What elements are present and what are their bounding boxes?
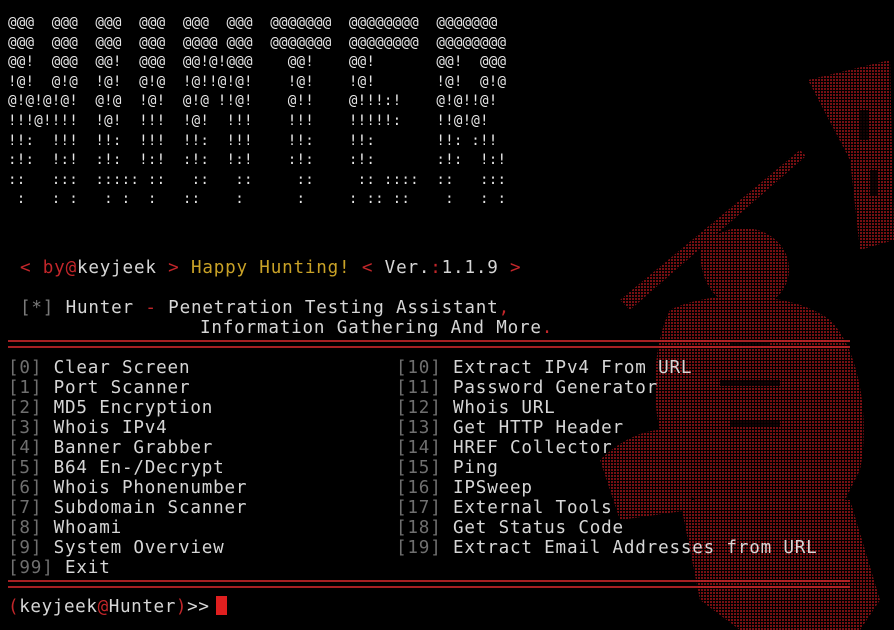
menu-item-6[interactable]: [6] Whois Phonenumber — [8, 478, 247, 498]
title-dash: - — [145, 298, 157, 318]
title-description-2: Information Gathering And More — [200, 318, 542, 338]
terminal-window[interactable]: @@@ @@@ @@@ @@@ @@@ @@@ @@@@@@@ @@@@@@@@… — [0, 0, 894, 630]
tagline-sep1: > — [168, 258, 180, 278]
menu-item-17[interactable]: [17] External Tools — [396, 498, 613, 518]
menu-item-12[interactable]: [12] Whois URL — [396, 398, 556, 418]
menu-item-19[interactable]: [19] Extract Email Addresses from URL — [396, 538, 818, 558]
version-colon: : — [430, 258, 442, 278]
menu-item-18[interactable]: [18] Get Status Code — [396, 518, 624, 538]
menu-item-16[interactable]: [16] IPSweep — [396, 478, 533, 498]
title-period: . — [541, 318, 554, 338]
command-prompt[interactable]: (keyjeek@Hunter)>> — [8, 596, 227, 617]
title-description: Penetration Testing Assistant — [168, 298, 499, 318]
title-hunter: Hunter — [65, 298, 134, 318]
menu-item-11[interactable]: [11] Password Generator — [396, 378, 658, 398]
tagline-at: @ — [65, 258, 77, 278]
prompt-user: keyjeek — [19, 597, 98, 617]
title-line-2: Information Gathering And More. — [200, 318, 553, 338]
prompt-host: Hunter — [108, 597, 176, 617]
menu-item-0[interactable]: [0] Clear Screen — [8, 358, 190, 378]
menu-item-2[interactable]: [2] MD5 Encryption — [8, 398, 213, 418]
menu-item-14[interactable]: [14] HREF Collector — [396, 438, 613, 458]
menu-item-8[interactable]: [8] Whoami — [8, 518, 122, 538]
tagline-happy: Happy Hunting! — [190, 258, 351, 278]
title-line-1: [*] Hunter - Penetration Testing Assista… — [20, 298, 510, 318]
version-value: 1.1.9 — [441, 258, 499, 278]
tagline-sep2: < — [361, 258, 374, 278]
menu-item-7[interactable]: [7] Subdomain Scanner — [8, 498, 247, 518]
menu-item-10[interactable]: [10] Extract IPv4 From URL — [396, 358, 692, 378]
tagline-author: keyjeek — [76, 258, 157, 278]
separator-top — [8, 340, 850, 348]
prompt-open-paren: ( — [8, 597, 20, 617]
tagline: < by@keyjeek > Happy Hunting! < Ver.:1.1… — [20, 258, 521, 278]
prompt-close-paren: ) — [175, 597, 188, 617]
text-cursor[interactable] — [215, 596, 227, 615]
title-marker: [*] — [20, 298, 55, 318]
prompt-arrows: >> — [187, 597, 210, 617]
hunter-ascii-banner: @@@ @@@ @@@ @@@ @@@ @@@ @@@@@@@ @@@@@@@@… — [8, 15, 507, 208]
tagline-sep3: > — [510, 258, 522, 278]
menu-item-1[interactable]: [1] Port Scanner — [8, 378, 190, 398]
tagline-by: < by — [20, 258, 66, 278]
menu-item-3[interactable]: [3] Whois IPv4 — [8, 418, 168, 438]
menu-item-5[interactable]: [5] B64 En-/Decrypt — [8, 458, 225, 478]
separator-bottom — [8, 580, 850, 588]
menu-item-9[interactable]: [9] System Overview — [8, 538, 225, 558]
version-label: Ver. — [384, 258, 431, 278]
title-comma: , — [498, 298, 510, 318]
menu-item-99-exit[interactable]: [99] Exit — [8, 558, 111, 578]
menu-item-15[interactable]: [15] Ping — [396, 458, 499, 478]
prompt-at: @ — [97, 597, 109, 617]
menu-item-13[interactable]: [13] Get HTTP Header — [396, 418, 624, 438]
menu-item-4[interactable]: [4] Banner Grabber — [8, 438, 213, 458]
